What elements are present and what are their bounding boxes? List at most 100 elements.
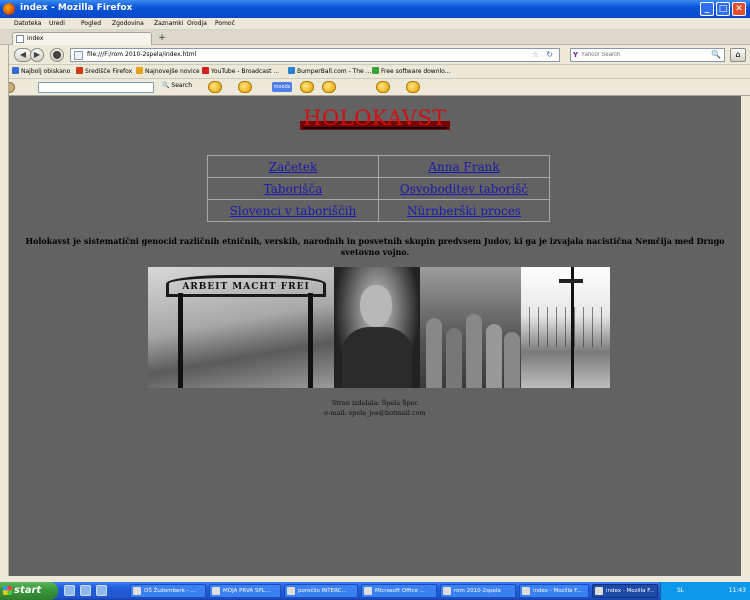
bookmark-youtube[interactable]: YouTube - Broadcast ... (202, 67, 279, 75)
bookmark-bumperball[interactable]: BumperBall.com - The ... (288, 67, 371, 75)
bookmark-firefox-center[interactable]: Središče Firefox (76, 67, 132, 75)
taskbar-item[interactable]: rom 2010-2spela (440, 584, 516, 598)
moods-button[interactable]: moods (272, 82, 292, 92)
close-button[interactable]: ✕ (732, 2, 746, 16)
star-icon[interactable]: ☆ (532, 50, 539, 59)
taskbar-item[interactable]: MOJA PRVA SPL... (209, 584, 281, 598)
tab-label: index (27, 35, 44, 42)
smiley-icon[interactable] (208, 81, 222, 93)
system-tray: SL 11:43 (660, 582, 750, 600)
page-heading: HOLOKAVST (300, 106, 450, 130)
link-nurnberski-proces[interactable]: Nürnberški proces (407, 204, 521, 218)
child-figure (426, 318, 442, 388)
page-content: HOLOKAVST Začetek Anna Frank Taborišča O… (9, 96, 741, 576)
child-figure (486, 324, 502, 388)
child-figure (504, 332, 520, 388)
bookmark-most-visited[interactable]: Najbolj obiskano (12, 67, 70, 75)
navigation-bar: ◀ ▶ ⬤ file:///F:/rom 2010-2spela/index.h… (0, 45, 750, 65)
smiley-icon[interactable] (238, 81, 252, 93)
taskbar-item[interactable]: index - Mozilla F... (519, 584, 589, 598)
gate-sign: ARBEIT MACHT FREI (166, 275, 326, 297)
menu-view[interactable]: Pogled (81, 20, 101, 27)
page-icon (16, 35, 24, 43)
language-indicator[interactable]: SL (677, 587, 684, 594)
taskbar: start OŠ Žužemberk - ... MOJA PRVA SPL..… (0, 582, 750, 600)
search-engine-icon[interactable]: Y (573, 51, 578, 59)
smiley-icon[interactable] (406, 81, 420, 93)
menu-history[interactable]: Zgodovina (112, 20, 144, 27)
smiley-icon[interactable] (300, 81, 314, 93)
window-left-border (0, 45, 9, 576)
menu-file[interactable]: Datoteka (14, 20, 41, 27)
minimize-button[interactable]: _ (700, 2, 714, 16)
portrait-body (342, 327, 412, 388)
menu-help[interactable]: Pomoč (215, 20, 235, 27)
start-button[interactable]: start (0, 582, 58, 600)
credits: Stran izdelala: Špela Špec e-mail: spela… (9, 398, 741, 418)
page-icon (74, 51, 83, 60)
link-slovenci[interactable]: Slovenci v taboriščih (230, 204, 357, 218)
quicklaunch-icon[interactable] (80, 585, 91, 596)
bookmarks-toolbar: Najbolj obiskano Središče Firefox Najnov… (0, 65, 750, 79)
forward-button[interactable]: ▶ (30, 48, 44, 62)
taskbar-item-active[interactable]: index - Mozilla F... (592, 584, 658, 598)
smiley-icon[interactable] (322, 81, 336, 93)
pole-crossbar (559, 279, 583, 283)
menu-edit[interactable]: Uredi (49, 20, 65, 27)
quicklaunch-icon[interactable] (96, 585, 107, 596)
window-title: index - Mozilla Firefox (20, 3, 133, 13)
link-zacetek[interactable]: Začetek (269, 160, 318, 174)
new-tab-button[interactable]: + (156, 33, 168, 44)
clock[interactable]: 11:43 (729, 587, 746, 594)
children-photo (420, 267, 521, 388)
bookmark-latest-news[interactable]: Najnovejše novice (136, 67, 200, 75)
link-anna-frank[interactable]: Anna Frank (428, 160, 499, 174)
search-input[interactable] (581, 50, 701, 60)
fence-pole (571, 267, 574, 388)
link-osvoboditev[interactable]: Osvoboditev taborišč (400, 182, 528, 196)
menu-bar: Datoteka Uredi Pogled Zgodovina Zaznamki… (0, 18, 750, 30)
smiley-icon[interactable] (376, 81, 390, 93)
gate-post (308, 293, 313, 388)
tab-bar: index + (0, 30, 750, 45)
credit-email: e-mail: spela_jes@hotmail.com (324, 409, 426, 417)
addon-search-button[interactable]: 🔍 Search (162, 82, 192, 89)
home-button[interactable]: ⌂ (730, 48, 746, 62)
child-figure (446, 328, 462, 388)
bookmark-free-software[interactable]: Free software downlo... (372, 67, 450, 75)
link-taborisca[interactable]: Taborišča (264, 182, 323, 196)
tab-index[interactable]: index (12, 32, 152, 45)
bookmark-icon (12, 67, 19, 74)
window-title-bar[interactable]: index - Mozilla Firefox _ □ ✕ (0, 0, 750, 18)
fence-photo (521, 267, 610, 388)
gate-post (178, 293, 183, 388)
address-bar[interactable]: file:///F:/rom 2010-2spela/index.html ☆ … (70, 48, 560, 62)
addon-search-input[interactable] (38, 82, 154, 93)
menu-tools[interactable]: Orodja (187, 20, 207, 27)
bookmark-icon (288, 67, 295, 74)
addon-toolbar: 🔍 Search moods (0, 79, 750, 96)
child-figure (466, 314, 482, 388)
menu-bookmarks[interactable]: Zaznamki (154, 20, 183, 27)
taskbar-item[interactable]: Microsoft Office ... (361, 584, 437, 598)
photo-collage: ARBEIT MACHT FREI (148, 267, 610, 388)
bookmark-icon (76, 67, 83, 74)
reload-icon[interactable]: ↻ (546, 50, 553, 59)
maximize-button[interactable]: □ (716, 2, 730, 16)
bookmark-icon (202, 67, 209, 74)
quicklaunch-icon[interactable] (64, 585, 75, 596)
stop-button[interactable]: ⬤ (50, 48, 64, 62)
barbed-fence (521, 307, 610, 347)
intro-text: Holokavst je sistematični genocid različ… (25, 236, 725, 257)
nav-table: Začetek Anna Frank Taborišča Osvoboditev… (207, 155, 550, 222)
page-heading-wrap: HOLOKAVST (9, 106, 741, 130)
url-text: file:///F:/rom 2010-2spela/index.html (87, 51, 197, 58)
taskbar-item[interactable]: OŠ Žužemberk - ... (130, 584, 206, 598)
search-go-icon[interactable]: 🔍 (711, 50, 721, 59)
taskbar-item[interactable]: poročilo INTERC... (284, 584, 358, 598)
bookmark-icon (136, 67, 143, 74)
bookmark-icon (372, 67, 379, 74)
portrait-face (360, 285, 392, 327)
search-box[interactable]: Y 🔍 (570, 48, 725, 62)
credit-author: Stran izdelala: Špela Špec (331, 399, 419, 407)
